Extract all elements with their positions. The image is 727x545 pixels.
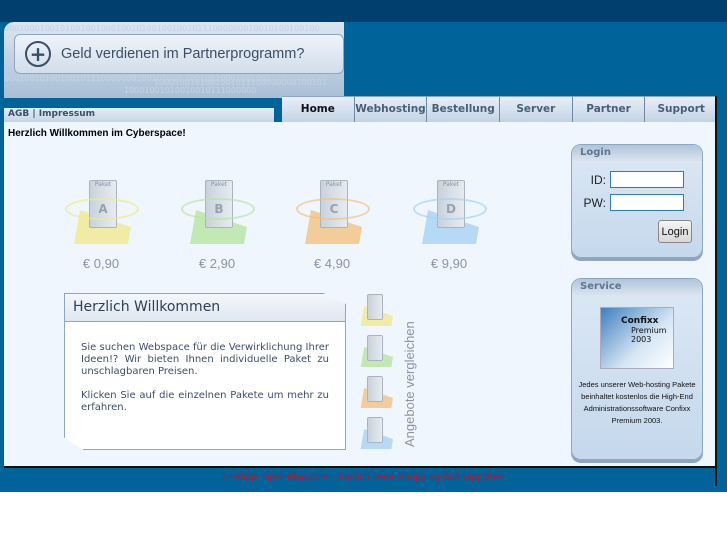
binary-decoration: 0001000100101001001000100101001001001011… <box>4 24 320 33</box>
tab-home[interactable]: Home <box>282 97 354 122</box>
welcome-text: Sie suchen Webspace für die Verwirklichu… <box>81 342 329 377</box>
page-headline: Herzlich Willkommen im Cyberspace! <box>8 128 186 139</box>
compare-package-icon[interactable] <box>359 417 393 449</box>
product-version: Premium 2003 <box>631 326 667 344</box>
welcome-box: Herzlich Willkommen Sie suchen Webspace … <box>64 293 346 450</box>
partner-program-label: Geld verdienen im Partnerprogramm? <box>61 46 305 62</box>
footer-link[interactable]: Linktipp: Spar-Blog.com - Täglich neue S… <box>223 472 505 483</box>
header-banner: 0001000100101001001000100101001001001011… <box>4 22 344 98</box>
service-text: Jedes unserer Web-hosting Pakete beinhal… <box>578 380 696 425</box>
main-navigation: Home Webhosting Bestellung Server Partne… <box>282 96 717 122</box>
confixx-product-image: Confixx Premium 2003 <box>600 307 674 369</box>
login-panel: Login ID: PW: Login <box>571 144 703 258</box>
package-price: € 2,90 <box>198 256 236 271</box>
pw-label: PW: <box>583 195 606 210</box>
package-price: € 0,90 <box>82 256 120 271</box>
tab-bestellung[interactable]: Bestellung <box>426 97 499 122</box>
package-icon: Paket C <box>296 180 370 246</box>
compare-package-icon[interactable] <box>359 335 393 367</box>
password-input[interactable] <box>610 194 684 211</box>
id-input[interactable] <box>610 171 684 188</box>
compare-package-icon[interactable] <box>359 376 393 408</box>
binary-decoration: 10001001010010010111000000 <box>124 86 257 95</box>
package-icon: Paket A <box>65 180 139 246</box>
service-panel: Service Confixx Premium 2003 Jedes unsere… <box>571 278 703 460</box>
separator: | <box>32 109 36 119</box>
id-label: ID: <box>590 172 606 187</box>
login-button[interactable]: Login <box>658 220 692 243</box>
package-c[interactable]: Paket C € 4,90 <box>287 180 377 271</box>
compare-package-icon[interactable] <box>359 294 393 326</box>
package-icon: Paket B <box>181 180 255 246</box>
package-b[interactable]: Paket B € 2,90 <box>172 180 262 271</box>
welcome-hint: Klicken Sie auf die einzelnen Pakete um … <box>81 390 329 413</box>
welcome-title: Herzlich Willkommen <box>65 294 345 322</box>
impressum-link[interactable]: Impressum <box>39 109 95 119</box>
compare-label: Angebote vergleichen <box>402 321 417 447</box>
tab-partner[interactable]: Partner <box>571 97 645 122</box>
agb-link[interactable]: AGB <box>8 109 29 119</box>
sub-navigation: AGB | Impressum <box>4 108 274 122</box>
compare-link[interactable]: Angebote vergleichen <box>400 297 420 447</box>
service-title: Service <box>572 279 702 297</box>
package-price: € 9,90 <box>430 256 468 271</box>
partner-program-link[interactable]: + Geld verdienen im Partnerprogramm? <box>14 34 344 74</box>
top-bar <box>0 0 727 22</box>
divider <box>715 96 717 486</box>
main-content: Herzlich Willkommen im Cyberspace! Paket… <box>4 122 717 468</box>
product-name: Confixx <box>621 316 659 326</box>
package-price: € 4,90 <box>313 256 351 271</box>
plus-icon: + <box>25 41 51 67</box>
binary-decoration: 00010010100100101110000000100101010 1001… <box>4 74 272 83</box>
login-title: Login <box>572 145 702 163</box>
tab-server[interactable]: Server <box>499 97 572 122</box>
tab-support[interactable]: Support <box>644 97 717 122</box>
footer: Linktipp: Spar-Blog.com - Täglich neue S… <box>0 472 727 483</box>
package-a[interactable]: Paket A € 0,90 <box>56 180 146 271</box>
tab-webhosting[interactable]: Webhosting <box>353 97 427 122</box>
package-d[interactable]: Paket D € 9,90 <box>404 180 494 271</box>
compare-packages <box>359 294 399 458</box>
package-icon: Paket D <box>413 180 487 246</box>
